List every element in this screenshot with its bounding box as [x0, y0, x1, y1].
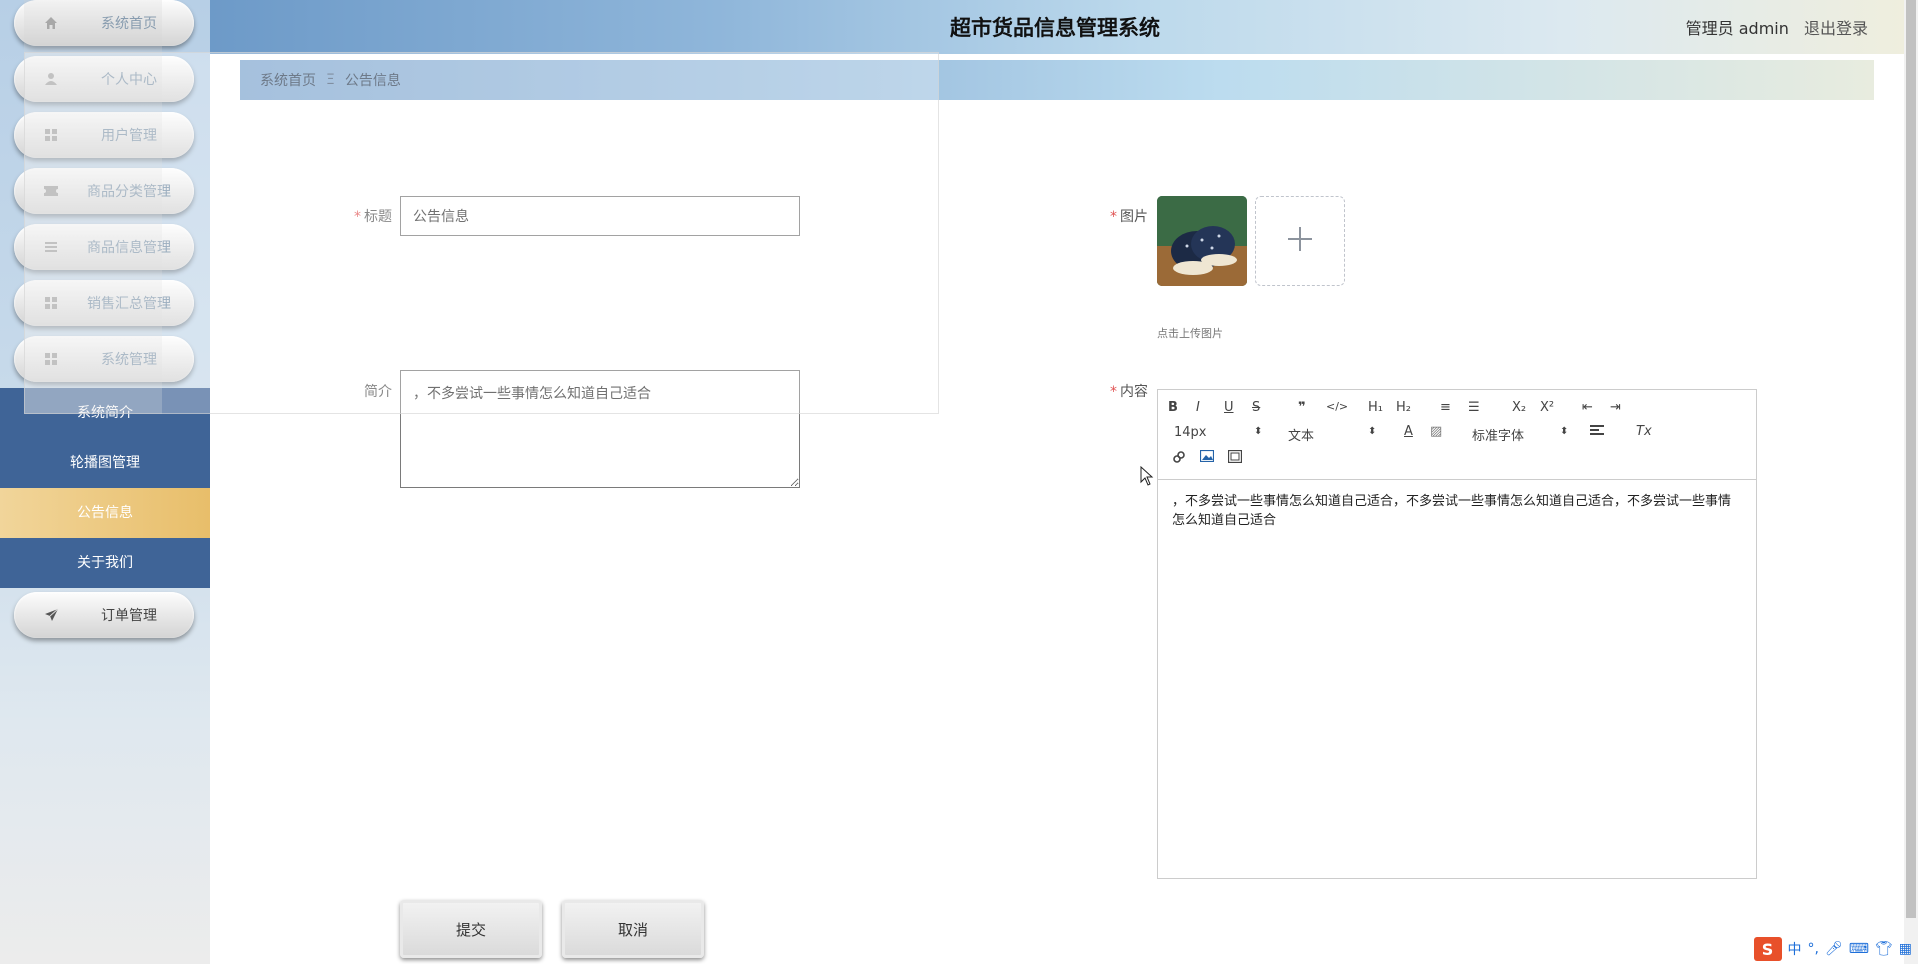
indent-button[interactable]: ⇥: [1610, 400, 1621, 415]
sidebar: 系统首页 个人中心 用户管理 商品分类管理 商品信息管理 销售汇总管理 系统管理…: [0, 0, 210, 964]
link-icon[interactable]: [1172, 450, 1186, 464]
ordered-list-button[interactable]: ≡: [1440, 400, 1451, 415]
plus-icon: [1286, 225, 1314, 257]
sogou-logo-icon: S: [1753, 937, 1782, 961]
italic-button[interactable]: I: [1196, 400, 1200, 415]
strike-button[interactable]: S: [1252, 400, 1260, 415]
h2-button[interactable]: H₂: [1396, 400, 1411, 415]
grid-icon: [42, 350, 60, 368]
sidebar-subitem-about[interactable]: 关于我们: [0, 538, 210, 588]
list-icon: [42, 238, 60, 256]
app-title: 超市货品信息管理系统: [950, 16, 1160, 40]
user-name: 管理员 admin: [1685, 19, 1789, 38]
font-size-select[interactable]: 14px ⬍: [1174, 425, 1264, 440]
uploaded-image-thumbnail[interactable]: [1157, 196, 1247, 286]
blockquote-button[interactable]: ❞: [1298, 400, 1306, 415]
font-color-button[interactable]: A: [1404, 424, 1413, 439]
sidebar-item-products[interactable]: 商品信息管理: [14, 224, 194, 270]
image-icon[interactable]: [1200, 450, 1214, 462]
sidebar-subitem-carousel[interactable]: 轮播图管理: [0, 438, 210, 488]
sidebar-item-users[interactable]: 用户管理: [14, 112, 194, 158]
code-block-button[interactable]: </>: [1326, 400, 1348, 413]
upload-image-button[interactable]: [1255, 196, 1345, 286]
image-label: * 图片: [1110, 209, 1148, 225]
ime-toolbar[interactable]: S 中 °, 🎤︎ ⌨︎ 👕︎ ▦: [1750, 936, 1916, 962]
font-family-select[interactable]: 标准字体 ⬍: [1472, 425, 1568, 444]
outdent-button[interactable]: ⇤: [1582, 400, 1593, 415]
rich-text-editor: B I U S ❞ </> H₁ H₂ ≡ ☰ X₂ X² ⇤ ⇥ 14px ⬍…: [1157, 389, 1757, 879]
align-button[interactable]: [1590, 424, 1604, 436]
clear-format-button[interactable]: Tx: [1636, 424, 1652, 439]
required-mark: *: [1110, 384, 1117, 400]
cancel-button[interactable]: 取消: [562, 900, 704, 958]
intro-label: 简介: [364, 384, 392, 400]
user-area: 管理员 admin 退出登录: [1686, 15, 1868, 39]
sidebar-item-orders[interactable]: 订单管理: [14, 592, 194, 638]
mouse-pointer-icon: [1140, 465, 1154, 490]
sidebar-item-category[interactable]: 商品分类管理: [14, 168, 194, 214]
sidebar-item-system[interactable]: 系统管理: [14, 336, 194, 382]
header-select[interactable]: 文本 ⬍: [1288, 425, 1378, 444]
page-scrollbar[interactable]: [1904, 0, 1918, 964]
sidebar-item-label: 订单管理: [101, 608, 157, 624]
breadcrumb-home[interactable]: 系统首页: [260, 70, 316, 90]
sidebar-item-sales[interactable]: 销售汇总管理: [14, 280, 194, 326]
shirt-icon[interactable]: 👕︎: [1875, 941, 1893, 957]
microphone-icon[interactable]: 🎤︎: [1825, 941, 1843, 957]
bold-button[interactable]: B: [1168, 400, 1178, 415]
upload-hint: 点击上传图片: [1157, 327, 1223, 340]
user-icon: [42, 70, 60, 88]
sidebar-item-label: 销售汇总管理: [87, 296, 171, 312]
breadcrumb-separator: Ξ: [326, 72, 335, 88]
underline-button[interactable]: U: [1224, 400, 1234, 415]
ime-mode[interactable]: 中: [1788, 939, 1802, 959]
system-submenu: 系统简介 轮播图管理 公告信息 关于我们: [0, 388, 210, 588]
top-header: 超市货品信息管理系统 管理员 admin 退出登录: [210, 0, 1904, 54]
sidebar-item-home[interactable]: 系统首页: [14, 0, 194, 46]
logout-link[interactable]: 退出登录: [1804, 19, 1868, 38]
video-icon[interactable]: [1228, 450, 1242, 463]
keyboard-icon[interactable]: ⌨︎: [1849, 941, 1869, 957]
sidebar-item-label: 用户管理: [101, 128, 157, 144]
scrollbar-thumb[interactable]: [1906, 0, 1916, 918]
paper-plane-icon: [42, 606, 60, 624]
select-caret-icon: ⬍: [1560, 426, 1569, 437]
sidebar-item-label: 系统首页: [101, 16, 157, 32]
title-label: * 标题: [354, 209, 392, 225]
editor-toolbar: B I U S ❞ </> H₁ H₂ ≡ ☰ X₂ X² ⇤ ⇥ 14px ⬍…: [1158, 390, 1756, 480]
grid-icon: [42, 126, 60, 144]
ime-punct[interactable]: °,: [1808, 941, 1819, 957]
content-label: * 内容: [1110, 384, 1148, 400]
sidebar-subitem-intro[interactable]: 系统简介: [0, 388, 210, 438]
editor-content[interactable]: ，不多尝试一些事情怎么知道自己适合，不多尝试一些事情怎么知道自己适合，不多尝试一…: [1158, 480, 1756, 542]
grid-icon: [42, 294, 60, 312]
sidebar-item-label: 商品分类管理: [87, 184, 171, 200]
submit-button[interactable]: 提交: [400, 900, 542, 958]
h1-button[interactable]: H₁: [1368, 400, 1383, 415]
subscript-button[interactable]: X₂: [1512, 400, 1526, 415]
select-caret-icon: ⬍: [1368, 426, 1377, 437]
required-mark: *: [1110, 209, 1117, 225]
required-mark: *: [354, 209, 361, 225]
breadcrumb-current: 公告信息: [344, 73, 401, 89]
select-caret-icon: ⬍: [1254, 426, 1263, 437]
sidebar-subitem-notice[interactable]: 公告信息: [0, 488, 210, 538]
apps-grid-icon[interactable]: ▦: [1899, 941, 1912, 957]
sidebar-item-label: 系统管理: [101, 352, 157, 368]
background-color-button[interactable]: ▨: [1430, 424, 1442, 439]
sidebar-item-profile[interactable]: 个人中心: [14, 56, 194, 102]
home-icon: [42, 14, 60, 32]
superscript-button[interactable]: X²: [1540, 400, 1554, 415]
bullet-list-button[interactable]: ☰: [1468, 400, 1480, 415]
intro-textarea[interactable]: ，不多尝试一些事情怎么知道自己适合: [400, 370, 800, 488]
title-input[interactable]: [400, 196, 800, 236]
ticket-icon: [42, 182, 60, 200]
sidebar-item-label: 商品信息管理: [87, 240, 171, 256]
sidebar-item-label: 个人中心: [101, 72, 157, 88]
breadcrumb: 系统首页 Ξ 公告信息: [240, 60, 1874, 100]
